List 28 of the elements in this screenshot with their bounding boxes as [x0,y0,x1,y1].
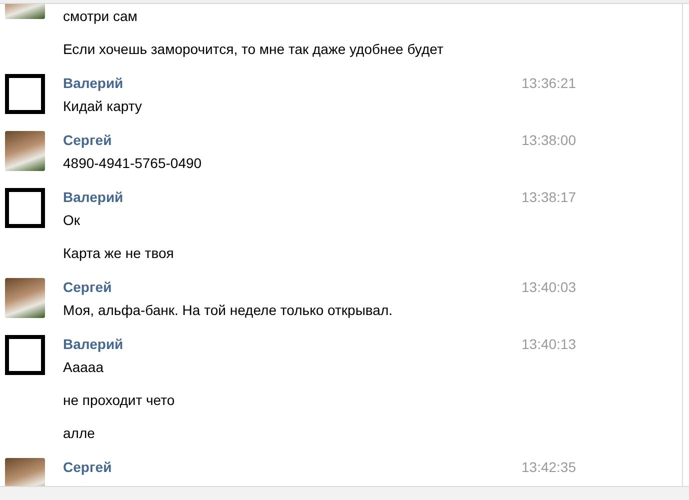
photo-placeholder [5,278,45,318]
message-text: Кидай карту [63,97,143,115]
message-time: 13:40:13 [522,336,576,352]
author-name[interactable]: Валерий [63,189,124,205]
message-text: Аaaaa [63,358,104,376]
author-name[interactable]: Сергей [63,279,112,295]
author-name[interactable]: Сергей [63,459,112,475]
message-text: Если хочешь заморочится, то мне так даже удобнее будет [63,40,444,58]
blank-avatar [5,335,45,375]
message-time: 13:36:21 [522,75,576,91]
message-text: Карта же не твоя [63,244,175,262]
message-time: 13:38:17 [522,189,576,205]
message-time: 13:42:35 [522,459,576,475]
message-text: не проходит чето [63,391,176,409]
author-name[interactable]: Валерий [63,75,124,91]
message-text: смотри сам [63,7,138,25]
message-text: алле [63,424,96,442]
photo-placeholder [5,458,45,486]
author-name[interactable]: Валерий [63,336,124,352]
author-name[interactable]: Сергей [63,132,112,148]
blank-avatar [5,188,45,228]
photo-placeholder [5,131,45,171]
blank-avatar [5,74,45,114]
message-text: Ок [63,211,82,229]
message-time: 13:38:00 [522,132,576,148]
message-text: Моя, альфа-банк. На той неделе только открывал. [63,301,394,319]
message-time: 13:40:03 [522,279,576,295]
message-text: 4890-4941-5765-0490 [63,154,203,172]
